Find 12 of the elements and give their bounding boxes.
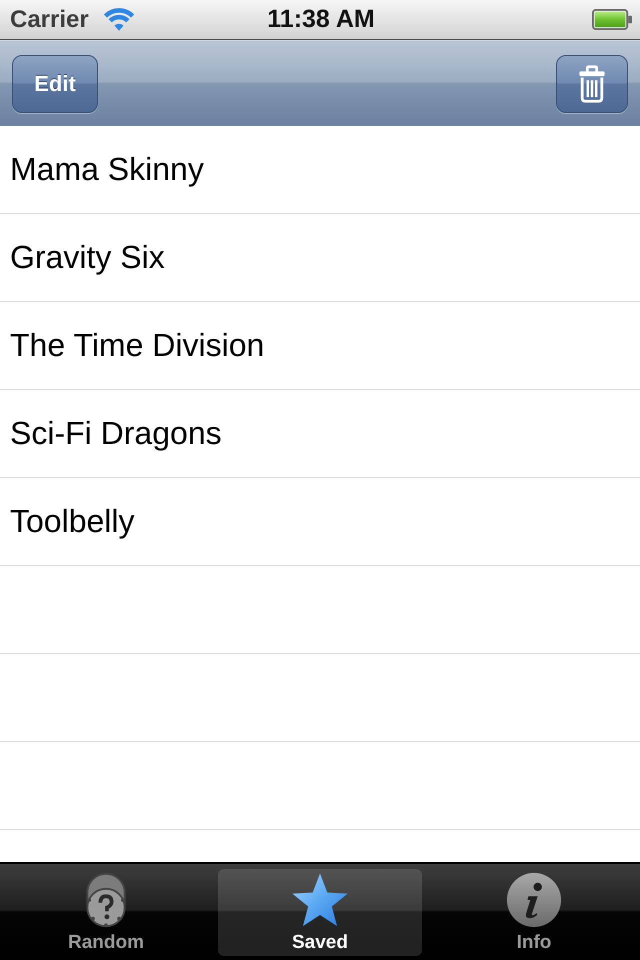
trash-icon [578,64,606,102]
info-icon [506,872,562,928]
edit-button[interactable]: Edit [12,54,98,112]
battery-icon [592,9,632,30]
trash-button[interactable] [556,54,628,112]
wifi-icon [102,6,135,32]
tab[interactable]: Info [432,869,636,956]
carrier-name: Carrier [10,6,89,34]
tab[interactable]: Random [4,869,208,956]
tab[interactable]: Saved [218,869,422,956]
star-icon [292,872,348,928]
clock-time: 11:38 AM [267,5,375,34]
